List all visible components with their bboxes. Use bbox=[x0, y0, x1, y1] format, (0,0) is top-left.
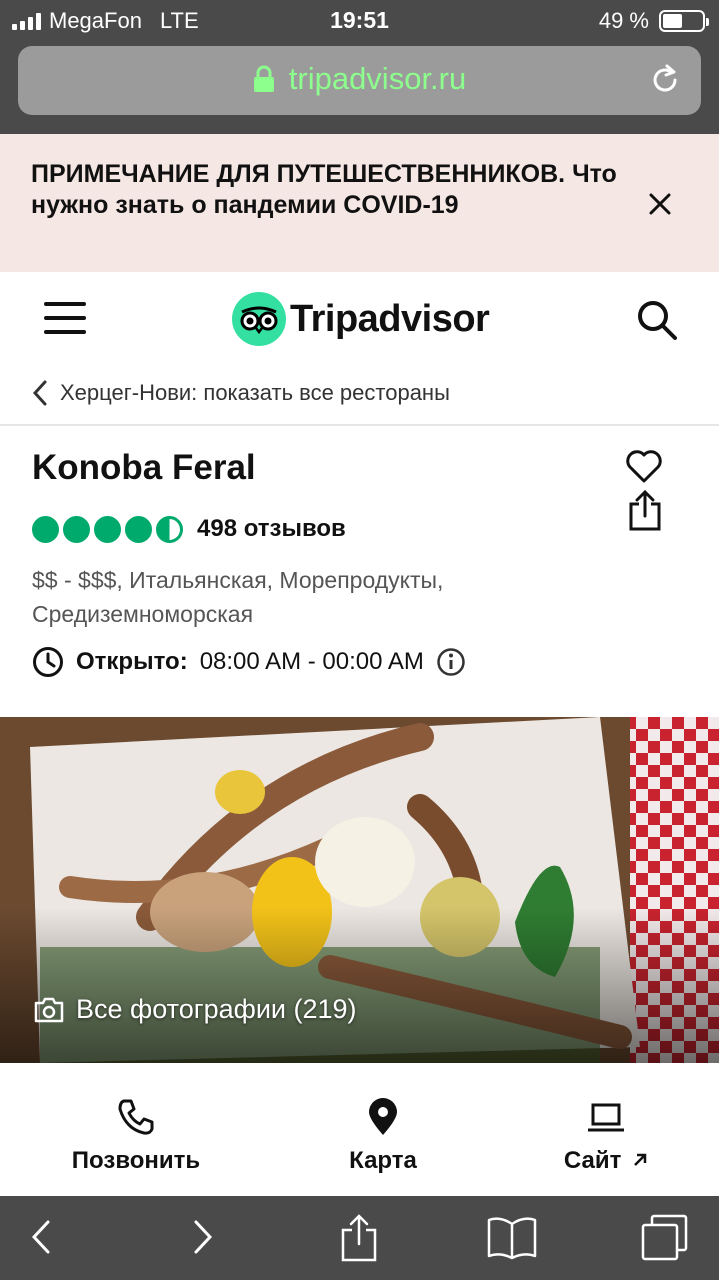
browser-toolbar bbox=[0, 1196, 719, 1280]
bookmarks-icon[interactable] bbox=[486, 1214, 538, 1260]
chevron-left-icon bbox=[32, 380, 47, 406]
map-pin-icon bbox=[369, 1098, 397, 1135]
menu-icon[interactable] bbox=[44, 302, 86, 334]
status-right: 49 % bbox=[598, 8, 709, 34]
battery-percent: 49 % bbox=[598, 8, 649, 33]
rating-bubble bbox=[63, 515, 90, 543]
banner-text[interactable]: ПРИМЕЧАНИЕ ДЛЯ ПУТЕШЕСТВЕННИКОВ. Что нуж… bbox=[31, 159, 621, 221]
battery-fill bbox=[663, 14, 682, 28]
all-photos-link[interactable]: Все фотографии (219) bbox=[34, 994, 357, 1025]
owl-logo-icon bbox=[232, 292, 286, 346]
covid-banner: ПРИМЕЧАНИЕ ДЛЯ ПУТЕШЕСТВЕННИКОВ. Что нуж… bbox=[0, 134, 719, 272]
call-label: Позвонить bbox=[71, 1147, 201, 1174]
action-bar: Позвонить Карта Сайт bbox=[0, 1063, 719, 1196]
url-text: tripadvisor.ru bbox=[288, 61, 467, 96]
website-label: Сайт bbox=[563, 1147, 622, 1174]
clock-icon bbox=[33, 647, 63, 677]
lock-icon bbox=[253, 65, 274, 92]
website-button[interactable]: Сайт bbox=[556, 1097, 656, 1175]
restaurant-name: Konoba Feral bbox=[32, 448, 256, 487]
cuisine-info: $$ - $$$, Итальянская, Морепродукты, Сре… bbox=[32, 567, 444, 627]
status-bar: MegaFon LTE 19:51 49 % bbox=[0, 0, 719, 40]
rating-bubble bbox=[94, 515, 121, 543]
rating-bubble-half bbox=[156, 515, 183, 543]
forward-icon[interactable] bbox=[188, 1214, 216, 1260]
browser-chrome: MegaFon LTE 19:51 49 % tripadvisor.ru bbox=[0, 0, 719, 134]
map-button[interactable]: Карта bbox=[330, 1097, 436, 1175]
external-link-icon bbox=[634, 1153, 647, 1166]
tripadvisor-logo[interactable]: Tripadvisor bbox=[232, 292, 490, 346]
close-icon[interactable] bbox=[645, 189, 675, 219]
battery-icon bbox=[659, 10, 709, 32]
breadcrumb-label: Херцег-Нови: показать все рестораны bbox=[60, 380, 450, 405]
rating-row[interactable]: 498 отзывов bbox=[32, 515, 346, 543]
review-count[interactable]: 498 отзывов bbox=[197, 515, 346, 543]
hours-label: Открыто: bbox=[76, 648, 188, 675]
opening-hours: Открыто: 08:00 AM - 00:00 AM bbox=[32, 646, 466, 678]
laptop-icon bbox=[588, 1103, 624, 1132]
share-sheet-icon[interactable] bbox=[340, 1214, 378, 1262]
search-icon[interactable] bbox=[635, 298, 679, 342]
banner-bold: ПРИМЕЧАНИЕ ДЛЯ ПУТЕШЕСТВЕННИКОВ. bbox=[31, 160, 566, 188]
camera-icon bbox=[34, 997, 64, 1022]
phone-icon bbox=[118, 1099, 154, 1135]
map-label: Карта bbox=[349, 1147, 417, 1174]
reload-icon[interactable] bbox=[647, 62, 683, 98]
info-icon[interactable] bbox=[436, 647, 466, 677]
hours-value: 08:00 AM - 00:00 AM bbox=[199, 648, 424, 675]
url-bar[interactable]: tripadvisor.ru bbox=[18, 46, 701, 115]
breadcrumb[interactable]: Херцег-Нови: показать все рестораны bbox=[32, 380, 450, 406]
site-header: Tripadvisor bbox=[0, 272, 719, 368]
heart-icon[interactable] bbox=[625, 448, 663, 484]
share-icon[interactable] bbox=[627, 490, 663, 532]
logo-text: Tripadvisor bbox=[290, 297, 490, 340]
all-photos-label: Все фотографии (219) bbox=[76, 994, 357, 1024]
divider bbox=[0, 424, 719, 426]
call-button[interactable]: Позвонить bbox=[64, 1097, 208, 1175]
tabs-icon[interactable] bbox=[640, 1214, 690, 1262]
back-icon[interactable] bbox=[28, 1214, 56, 1260]
rating-bubble bbox=[32, 515, 59, 543]
rating-bubble bbox=[125, 515, 152, 543]
